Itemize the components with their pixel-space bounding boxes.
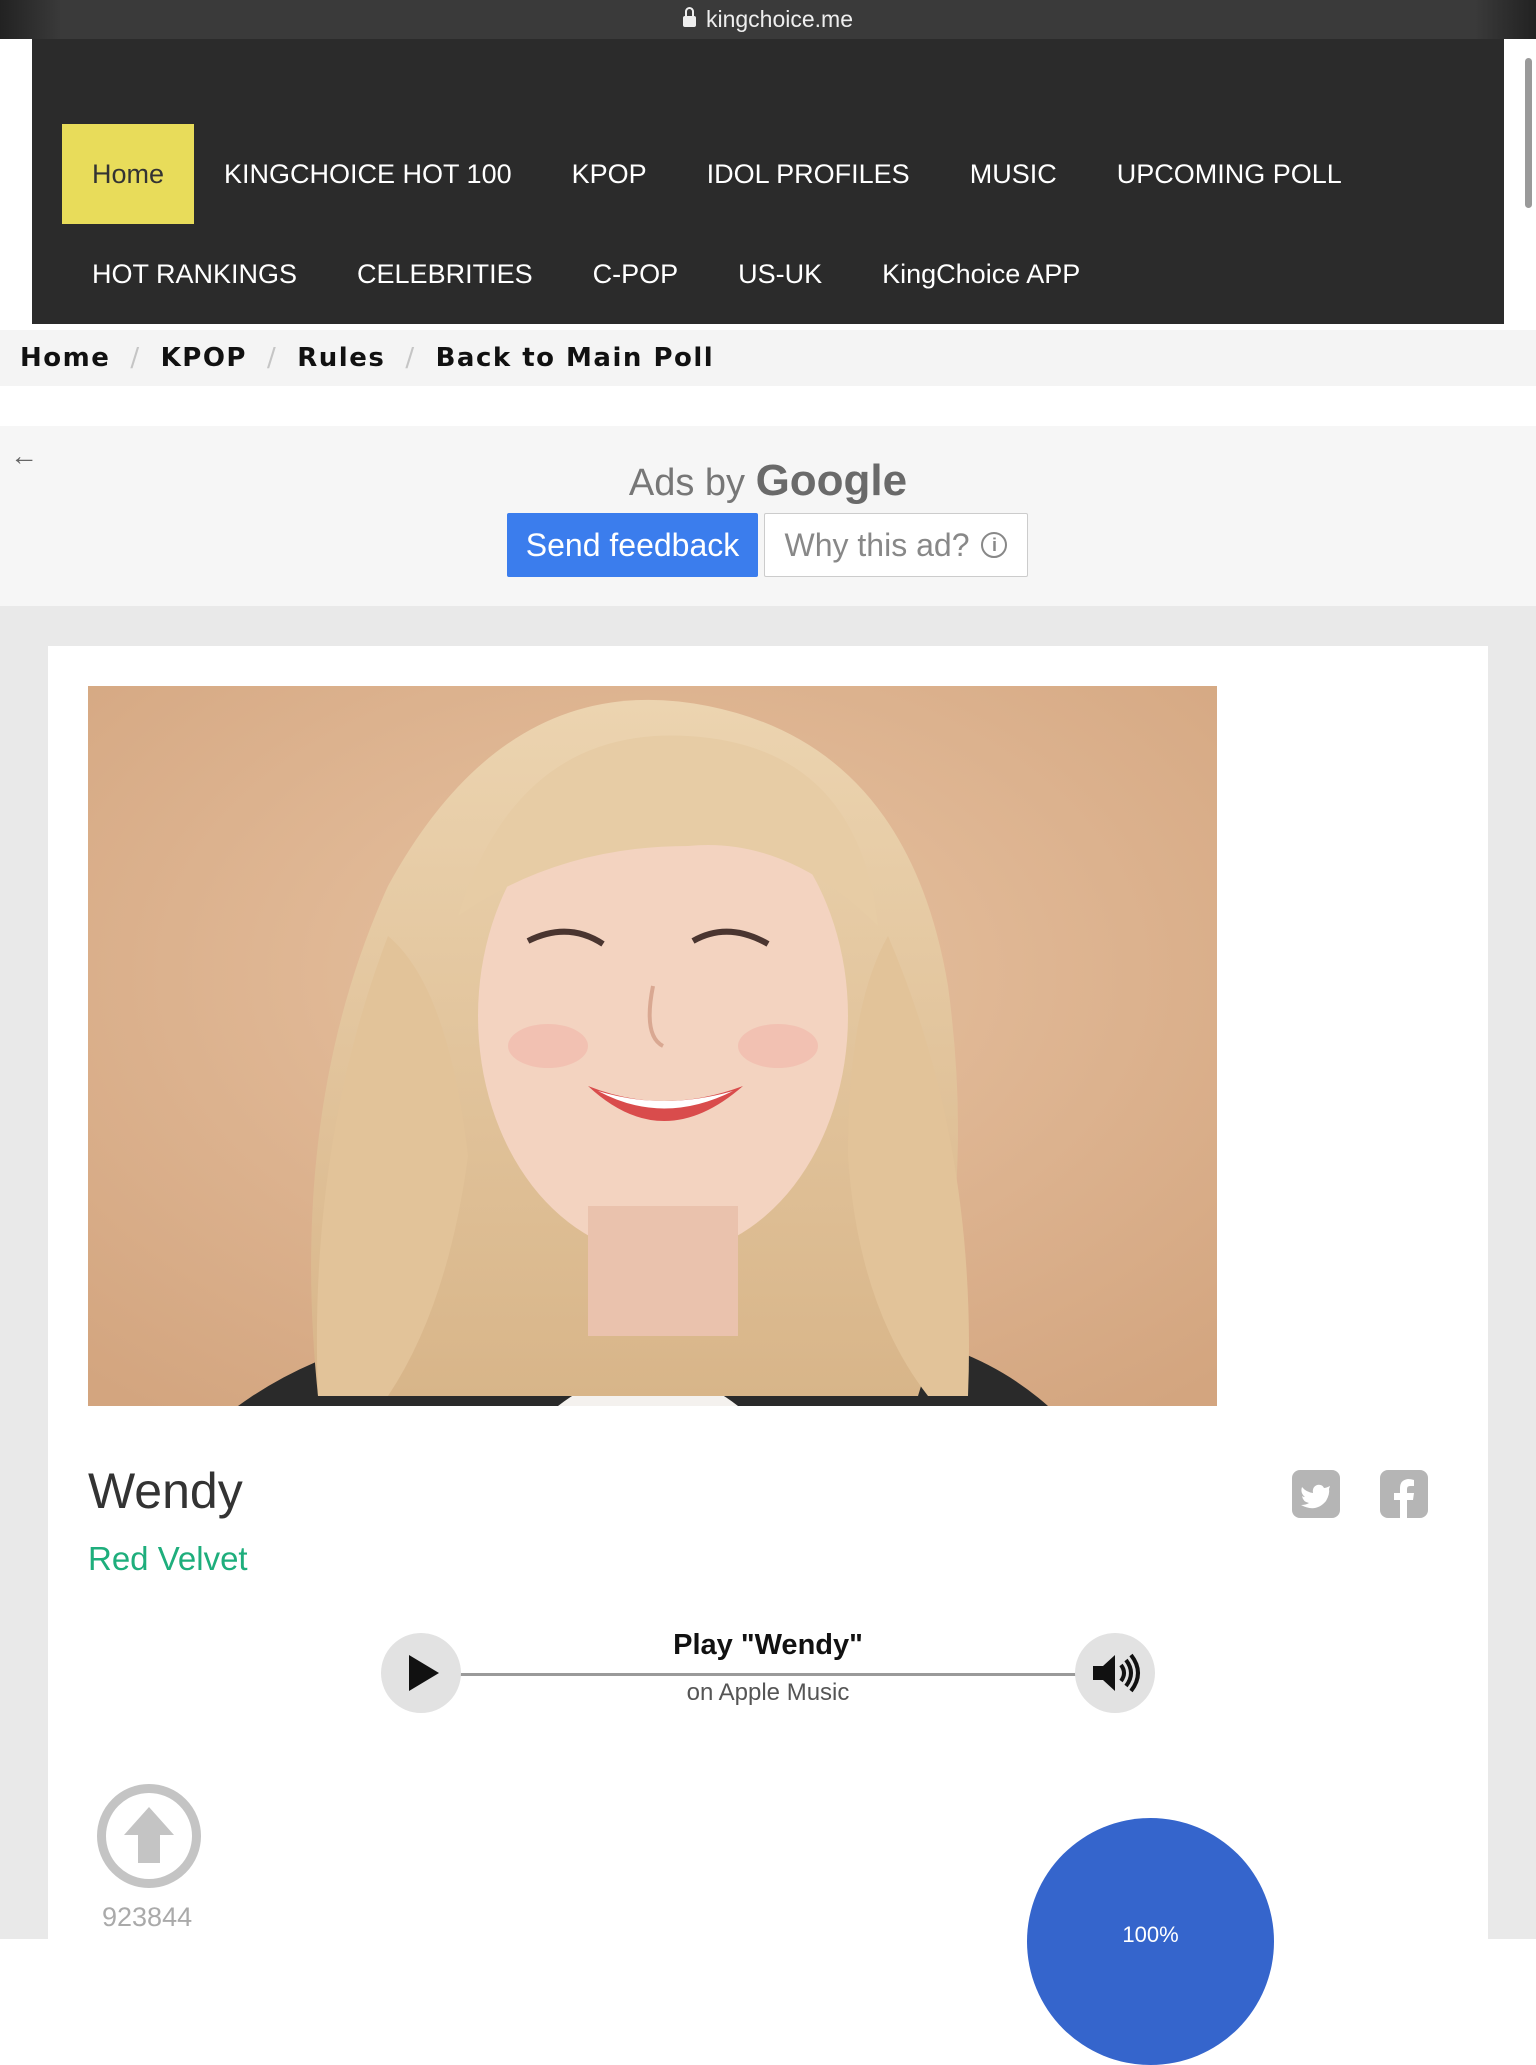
apple-music-player: Play "Wendy" on Apple Music	[381, 1629, 1155, 1713]
breadcrumb-separator: /	[405, 343, 416, 373]
pie-percentage-label: 100%	[1122, 1922, 1179, 1947]
breadcrumb-separator: /	[267, 343, 278, 373]
profile-photo	[88, 686, 1217, 1406]
twitter-share-icon[interactable]	[1292, 1470, 1340, 1518]
main-navigation: Home KINGCHOICE HOT 100 KPOP IDOL PROFIL…	[32, 39, 1504, 324]
breadcrumb: Home / KPOP / Rules / Back to Main Poll	[0, 330, 1536, 386]
nav-item-kingchoice-hot-100[interactable]: KINGCHOICE HOT 100	[194, 124, 542, 224]
lock-icon	[682, 6, 696, 28]
idol-group-link[interactable]: Red Velvet	[88, 1540, 248, 1578]
nav-item-upcoming-poll[interactable]: UPCOMING POLL	[1087, 124, 1372, 224]
breadcrumb-home[interactable]: Home	[20, 343, 110, 373]
player-subtitle: on Apple Music	[686, 1679, 850, 1706]
ad-buttons: Send feedback Why this ad? i	[507, 513, 1028, 577]
nav-item-kingchoice-app[interactable]: KingChoice APP	[852, 224, 1110, 324]
google-logo: Google	[755, 456, 908, 505]
nav-item-kpop[interactable]: KPOP	[542, 124, 677, 224]
breadcrumb-rules[interactable]: Rules	[297, 343, 385, 373]
arrow-up-icon	[124, 1807, 174, 1863]
player-progress-track[interactable]	[451, 1673, 1085, 1676]
ad-container: ← Ads by Google Send feedback Why this a…	[0, 426, 1536, 606]
nav-item-celebrities[interactable]: CELEBRITIES	[327, 224, 563, 324]
nav-item-home[interactable]: Home	[62, 124, 195, 224]
send-feedback-button[interactable]: Send feedback	[507, 513, 758, 577]
ads-by-text: Ads by	[628, 462, 746, 504]
nav-row-2: HOT RANKINGS CELEBRITIES C-POP US-UK Kin…	[62, 224, 1110, 324]
why-this-ad-label: Why this ad?	[784, 526, 970, 563]
scrollbar[interactable]	[1525, 58, 1532, 208]
player-title-text: Play "Wendy"	[665, 1629, 871, 1661]
player-title: Play "Wendy"	[381, 1629, 1155, 1662]
nav-item-c-pop[interactable]: C-POP	[563, 224, 709, 324]
facebook-share-icon[interactable]	[1380, 1470, 1428, 1518]
breadcrumb-back-to-main-poll[interactable]: Back to Main Poll	[436, 343, 715, 373]
nav-item-hot-rankings[interactable]: HOT RANKINGS	[62, 224, 327, 324]
nav-row-1: Home KINGCHOICE HOT 100 KPOP IDOL PROFIL…	[62, 124, 1372, 224]
nav-item-music[interactable]: MUSIC	[940, 124, 1087, 224]
why-this-ad-button[interactable]: Why this ad? i	[764, 513, 1028, 577]
breadcrumb-separator: /	[130, 343, 141, 373]
idol-name: Wendy	[88, 1463, 243, 1519]
nav-item-idol-profiles[interactable]: IDOL PROFILES	[677, 124, 940, 224]
ads-by-google-label: Ads by Google	[0, 456, 1536, 506]
browser-url-bar[interactable]: kingchoice.me	[0, 0, 1536, 39]
upvote-button[interactable]	[97, 1784, 201, 1888]
info-icon: i	[981, 532, 1008, 558]
nav-item-us-uk[interactable]: US-UK	[708, 224, 852, 324]
breadcrumb-kpop[interactable]: KPOP	[161, 343, 247, 373]
vote-count: 923844	[102, 1902, 193, 1932]
url-text: kingchoice.me	[705, 6, 854, 32]
vote-share-pie: 100%	[1027, 1818, 1274, 2065]
